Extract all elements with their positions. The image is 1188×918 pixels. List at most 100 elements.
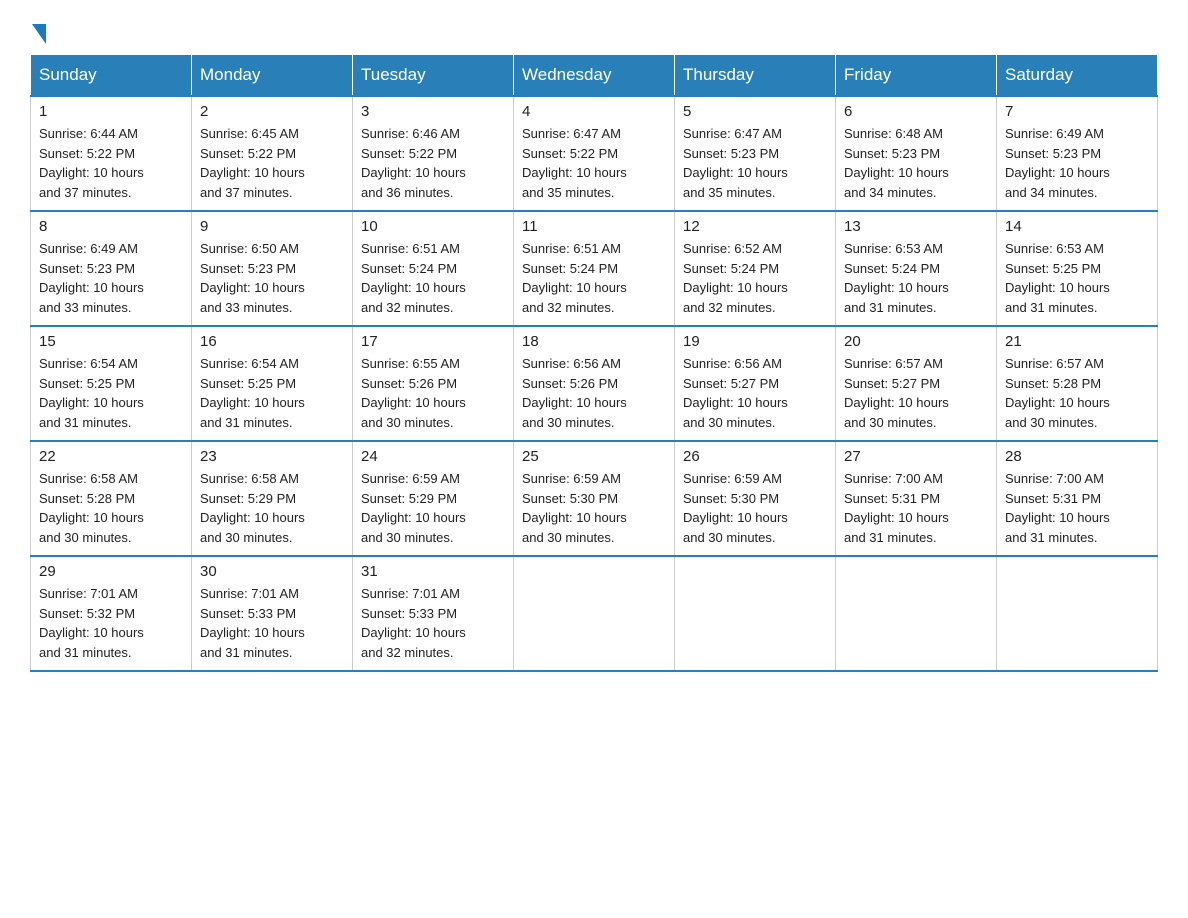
day-number: 21	[1005, 333, 1149, 350]
day-info: Sunrise: 6:45 AM Sunset: 5:22 PM Dayligh…	[200, 124, 344, 202]
day-info: Sunrise: 6:54 AM Sunset: 5:25 PM Dayligh…	[200, 354, 344, 432]
calendar-cell: 26 Sunrise: 6:59 AM Sunset: 5:30 PM Dayl…	[675, 441, 836, 556]
day-info: Sunrise: 6:50 AM Sunset: 5:23 PM Dayligh…	[200, 239, 344, 317]
day-info: Sunrise: 7:01 AM Sunset: 5:33 PM Dayligh…	[200, 584, 344, 662]
logo	[30, 20, 46, 44]
day-number: 24	[361, 448, 505, 465]
day-number: 31	[361, 563, 505, 580]
day-info: Sunrise: 6:49 AM Sunset: 5:23 PM Dayligh…	[39, 239, 183, 317]
day-info: Sunrise: 6:53 AM Sunset: 5:24 PM Dayligh…	[844, 239, 988, 317]
calendar-week-2: 8 Sunrise: 6:49 AM Sunset: 5:23 PM Dayli…	[31, 211, 1158, 326]
column-header-tuesday: Tuesday	[353, 55, 514, 97]
day-info: Sunrise: 6:48 AM Sunset: 5:23 PM Dayligh…	[844, 124, 988, 202]
day-number: 8	[39, 218, 183, 235]
day-number: 22	[39, 448, 183, 465]
calendar-cell: 13 Sunrise: 6:53 AM Sunset: 5:24 PM Dayl…	[836, 211, 997, 326]
day-number: 10	[361, 218, 505, 235]
calendar-cell: 11 Sunrise: 6:51 AM Sunset: 5:24 PM Dayl…	[514, 211, 675, 326]
column-header-monday: Monday	[192, 55, 353, 97]
calendar-week-5: 29 Sunrise: 7:01 AM Sunset: 5:32 PM Dayl…	[31, 556, 1158, 671]
calendar-cell: 22 Sunrise: 6:58 AM Sunset: 5:28 PM Dayl…	[31, 441, 192, 556]
calendar-cell: 8 Sunrise: 6:49 AM Sunset: 5:23 PM Dayli…	[31, 211, 192, 326]
day-number: 30	[200, 563, 344, 580]
day-number: 16	[200, 333, 344, 350]
column-header-thursday: Thursday	[675, 55, 836, 97]
calendar-cell: 29 Sunrise: 7:01 AM Sunset: 5:32 PM Dayl…	[31, 556, 192, 671]
day-number: 13	[844, 218, 988, 235]
day-info: Sunrise: 7:01 AM Sunset: 5:32 PM Dayligh…	[39, 584, 183, 662]
calendar-cell: 2 Sunrise: 6:45 AM Sunset: 5:22 PM Dayli…	[192, 96, 353, 211]
day-info: Sunrise: 7:01 AM Sunset: 5:33 PM Dayligh…	[361, 584, 505, 662]
calendar-cell: 15 Sunrise: 6:54 AM Sunset: 5:25 PM Dayl…	[31, 326, 192, 441]
logo-arrow-icon	[32, 24, 46, 44]
calendar-week-3: 15 Sunrise: 6:54 AM Sunset: 5:25 PM Dayl…	[31, 326, 1158, 441]
day-info: Sunrise: 6:58 AM Sunset: 5:28 PM Dayligh…	[39, 469, 183, 547]
day-info: Sunrise: 6:46 AM Sunset: 5:22 PM Dayligh…	[361, 124, 505, 202]
day-number: 15	[39, 333, 183, 350]
column-header-wednesday: Wednesday	[514, 55, 675, 97]
calendar-cell	[675, 556, 836, 671]
day-info: Sunrise: 6:47 AM Sunset: 5:23 PM Dayligh…	[683, 124, 827, 202]
calendar-cell: 30 Sunrise: 7:01 AM Sunset: 5:33 PM Dayl…	[192, 556, 353, 671]
day-number: 9	[200, 218, 344, 235]
calendar-cell: 17 Sunrise: 6:55 AM Sunset: 5:26 PM Dayl…	[353, 326, 514, 441]
day-info: Sunrise: 6:56 AM Sunset: 5:26 PM Dayligh…	[522, 354, 666, 432]
day-number: 27	[844, 448, 988, 465]
calendar-cell: 1 Sunrise: 6:44 AM Sunset: 5:22 PM Dayli…	[31, 96, 192, 211]
day-info: Sunrise: 6:44 AM Sunset: 5:22 PM Dayligh…	[39, 124, 183, 202]
day-info: Sunrise: 6:59 AM Sunset: 5:29 PM Dayligh…	[361, 469, 505, 547]
day-info: Sunrise: 6:57 AM Sunset: 5:28 PM Dayligh…	[1005, 354, 1149, 432]
calendar-cell: 31 Sunrise: 7:01 AM Sunset: 5:33 PM Dayl…	[353, 556, 514, 671]
calendar-cell	[997, 556, 1158, 671]
calendar-cell: 10 Sunrise: 6:51 AM Sunset: 5:24 PM Dayl…	[353, 211, 514, 326]
calendar-cell: 16 Sunrise: 6:54 AM Sunset: 5:25 PM Dayl…	[192, 326, 353, 441]
day-number: 12	[683, 218, 827, 235]
calendar-cell	[836, 556, 997, 671]
day-number: 6	[844, 103, 988, 120]
calendar-cell: 5 Sunrise: 6:47 AM Sunset: 5:23 PM Dayli…	[675, 96, 836, 211]
day-number: 26	[683, 448, 827, 465]
calendar-cell: 21 Sunrise: 6:57 AM Sunset: 5:28 PM Dayl…	[997, 326, 1158, 441]
day-number: 7	[1005, 103, 1149, 120]
day-info: Sunrise: 6:53 AM Sunset: 5:25 PM Dayligh…	[1005, 239, 1149, 317]
calendar-cell: 19 Sunrise: 6:56 AM Sunset: 5:27 PM Dayl…	[675, 326, 836, 441]
calendar-cell: 23 Sunrise: 6:58 AM Sunset: 5:29 PM Dayl…	[192, 441, 353, 556]
day-number: 4	[522, 103, 666, 120]
day-number: 23	[200, 448, 344, 465]
day-number: 18	[522, 333, 666, 350]
calendar-cell: 6 Sunrise: 6:48 AM Sunset: 5:23 PM Dayli…	[836, 96, 997, 211]
page-header	[30, 20, 1158, 44]
day-number: 17	[361, 333, 505, 350]
day-info: Sunrise: 7:00 AM Sunset: 5:31 PM Dayligh…	[1005, 469, 1149, 547]
calendar-cell: 3 Sunrise: 6:46 AM Sunset: 5:22 PM Dayli…	[353, 96, 514, 211]
column-header-friday: Friday	[836, 55, 997, 97]
day-number: 1	[39, 103, 183, 120]
calendar-cell: 25 Sunrise: 6:59 AM Sunset: 5:30 PM Dayl…	[514, 441, 675, 556]
day-number: 5	[683, 103, 827, 120]
day-info: Sunrise: 6:54 AM Sunset: 5:25 PM Dayligh…	[39, 354, 183, 432]
day-info: Sunrise: 6:55 AM Sunset: 5:26 PM Dayligh…	[361, 354, 505, 432]
calendar-cell: 4 Sunrise: 6:47 AM Sunset: 5:22 PM Dayli…	[514, 96, 675, 211]
column-header-sunday: Sunday	[31, 55, 192, 97]
calendar-header-row: SundayMondayTuesdayWednesdayThursdayFrid…	[31, 55, 1158, 97]
day-info: Sunrise: 6:56 AM Sunset: 5:27 PM Dayligh…	[683, 354, 827, 432]
calendar-cell: 12 Sunrise: 6:52 AM Sunset: 5:24 PM Dayl…	[675, 211, 836, 326]
day-number: 28	[1005, 448, 1149, 465]
calendar-cell: 24 Sunrise: 6:59 AM Sunset: 5:29 PM Dayl…	[353, 441, 514, 556]
day-info: Sunrise: 6:47 AM Sunset: 5:22 PM Dayligh…	[522, 124, 666, 202]
calendar-cell: 9 Sunrise: 6:50 AM Sunset: 5:23 PM Dayli…	[192, 211, 353, 326]
calendar-cell	[514, 556, 675, 671]
day-number: 14	[1005, 218, 1149, 235]
day-number: 20	[844, 333, 988, 350]
calendar-cell: 27 Sunrise: 7:00 AM Sunset: 5:31 PM Dayl…	[836, 441, 997, 556]
calendar-week-4: 22 Sunrise: 6:58 AM Sunset: 5:28 PM Dayl…	[31, 441, 1158, 556]
day-number: 25	[522, 448, 666, 465]
column-header-saturday: Saturday	[997, 55, 1158, 97]
day-info: Sunrise: 6:59 AM Sunset: 5:30 PM Dayligh…	[522, 469, 666, 547]
day-number: 29	[39, 563, 183, 580]
day-info: Sunrise: 6:58 AM Sunset: 5:29 PM Dayligh…	[200, 469, 344, 547]
day-info: Sunrise: 6:51 AM Sunset: 5:24 PM Dayligh…	[361, 239, 505, 317]
day-info: Sunrise: 6:57 AM Sunset: 5:27 PM Dayligh…	[844, 354, 988, 432]
day-info: Sunrise: 6:51 AM Sunset: 5:24 PM Dayligh…	[522, 239, 666, 317]
calendar-cell: 7 Sunrise: 6:49 AM Sunset: 5:23 PM Dayli…	[997, 96, 1158, 211]
